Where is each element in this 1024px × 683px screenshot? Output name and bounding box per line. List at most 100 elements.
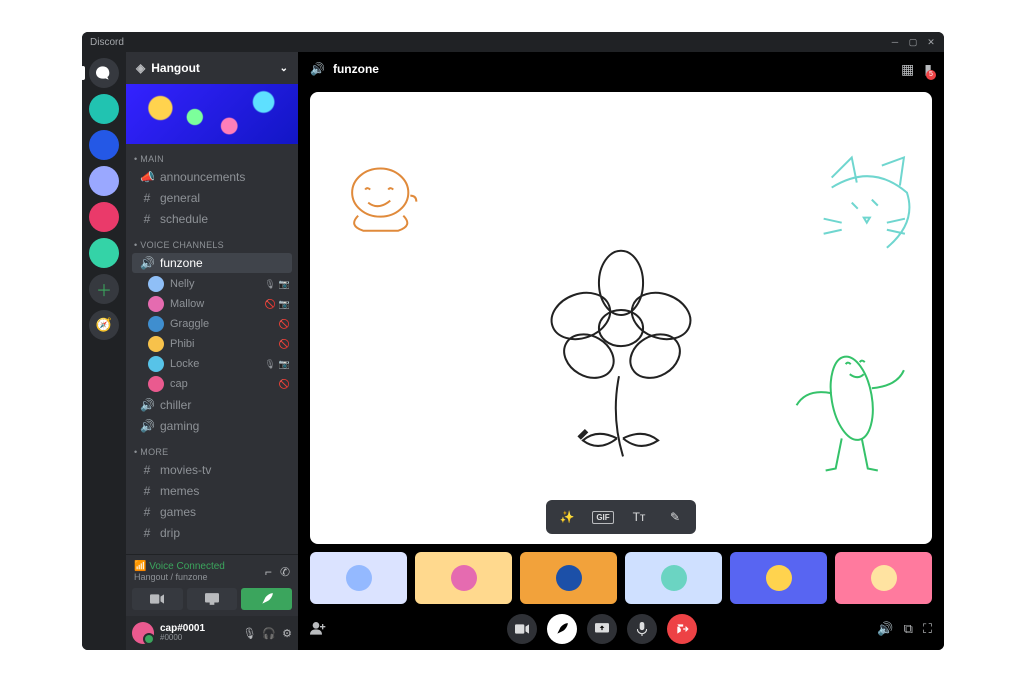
- voice-user[interactable]: Locke🎙📷: [126, 354, 298, 374]
- participant-tile[interactable]: [730, 552, 827, 604]
- activity-center-button[interactable]: [547, 614, 577, 644]
- speaker-icon: 🔊: [140, 398, 154, 412]
- participant-tiles: [310, 552, 932, 604]
- participant-tile[interactable]: [415, 552, 512, 604]
- gif-tool[interactable]: GIF: [586, 504, 620, 530]
- voice-user[interactable]: Mallow🚫📷: [126, 294, 298, 314]
- voice-channel-funzone[interactable]: 🔊funzone: [132, 253, 292, 273]
- titlebar: Discord ─ ▢ ✕: [82, 32, 944, 52]
- text-channel-movies-tv[interactable]: #movies-tv: [132, 460, 292, 480]
- inbox-icon[interactable]: ▮5: [924, 61, 932, 78]
- close-button[interactable]: ✕: [926, 37, 936, 47]
- channel-scroll[interactable]: • MAIN 📣announcements # general #schedule •…: [126, 144, 298, 554]
- mic-icon: 🎙: [264, 279, 275, 290]
- screenshare-center-button[interactable]: [587, 614, 617, 644]
- channel-label: chiller: [160, 398, 191, 412]
- avatar: [148, 296, 164, 312]
- avatar[interactable]: [132, 622, 154, 644]
- server-icon[interactable]: [89, 202, 119, 232]
- noise-suppression-icon[interactable]: ⌐: [265, 565, 272, 579]
- app-title: Discord: [90, 37, 124, 48]
- screenshare-button[interactable]: [187, 588, 238, 610]
- whiteboard-canvas[interactable]: ✨ GIF Tᴛ ✎: [310, 92, 932, 544]
- leave-call-button[interactable]: [667, 614, 697, 644]
- participant-avatar: [871, 565, 897, 591]
- draw-tool[interactable]: ✎: [658, 504, 692, 530]
- text-channel-general[interactable]: # general: [132, 188, 292, 208]
- popout-icon[interactable]: ⧉: [904, 621, 913, 637]
- megaphone-icon: 📣: [140, 170, 154, 184]
- deafen-icon[interactable]: 🎧: [262, 627, 276, 640]
- voice-status: 📶 Voice Connected Hangout / funzone ⌐ ✆: [126, 554, 298, 588]
- participant-tile[interactable]: [310, 552, 407, 604]
- channel-label: general: [160, 191, 200, 205]
- signal-icon: 📶: [134, 561, 146, 572]
- magic-tool[interactable]: ✨: [550, 504, 584, 530]
- hash-icon: #: [140, 484, 154, 498]
- channel-sidebar: ◈ Hangout ⌄ • MAIN 📣announcements # genera…: [126, 52, 298, 650]
- voice-user[interactable]: Graggle 🚫: [126, 314, 298, 334]
- maximize-button[interactable]: ▢: [908, 37, 918, 47]
- voice-action-row: [126, 588, 298, 616]
- fullscreen-icon[interactable]: ⛶: [923, 621, 932, 637]
- speaker-icon: 🔊: [140, 256, 154, 270]
- voice-user-name: cap: [170, 378, 188, 390]
- minimize-button[interactable]: ─: [890, 37, 900, 47]
- voice-user-name: Graggle: [170, 318, 209, 330]
- invite-icon[interactable]: [310, 621, 326, 638]
- text-channel-memes[interactable]: #memes: [132, 481, 292, 501]
- voice-user-name: Locke: [170, 358, 199, 370]
- user-tag: #0000: [160, 634, 205, 642]
- add-server-button[interactable]: ＋: [89, 274, 119, 304]
- mute-icon[interactable]: 🎙: [242, 627, 256, 640]
- call-controls: 🔊 ⧉ ⛶: [298, 608, 944, 650]
- text-channel-drip[interactable]: #drip: [132, 523, 292, 543]
- video-button[interactable]: [132, 588, 183, 610]
- channel-name: funzone: [333, 62, 379, 76]
- server-icon[interactable]: [89, 238, 119, 268]
- mic-muted-icon: 🚫: [279, 379, 290, 390]
- text-channel-schedule[interactable]: #schedule: [132, 209, 292, 229]
- speaker-icon: 🔊: [310, 62, 325, 76]
- channel-label: games: [160, 505, 196, 519]
- voice-channel-chiller[interactable]: 🔊 chiller: [132, 395, 292, 415]
- home-button[interactable]: [89, 58, 119, 88]
- section-voice-label[interactable]: • VOICE CHANNELS: [126, 230, 298, 252]
- text-tool[interactable]: Tᴛ: [622, 504, 656, 530]
- voice-status-title: Voice Connected: [149, 561, 225, 572]
- text-channel-announcements[interactable]: 📣announcements: [132, 167, 292, 187]
- activity-button[interactable]: [241, 588, 292, 610]
- camera-button[interactable]: [507, 614, 537, 644]
- avatar: [148, 376, 164, 392]
- section-main-label[interactable]: • MAIN: [126, 144, 298, 166]
- voice-user[interactable]: Nelly🎙📷: [126, 274, 298, 294]
- camera-icon: 📷: [279, 359, 290, 370]
- guild-name: Hangout: [151, 61, 200, 75]
- speaker-icon: 🔊: [140, 419, 154, 433]
- channel-label: drip: [160, 526, 180, 540]
- participant-tile[interactable]: [520, 552, 617, 604]
- app-window: Discord ─ ▢ ✕ ＋ 🧭 ◈ Hangout ⌄ • MAIN 📣ann…: [82, 32, 944, 650]
- text-channel-games[interactable]: #games: [132, 502, 292, 522]
- hash-icon: #: [140, 191, 154, 205]
- server-icon[interactable]: [89, 166, 119, 196]
- explore-button[interactable]: 🧭: [89, 310, 119, 340]
- server-icon[interactable]: [89, 130, 119, 160]
- voice-channel-gaming[interactable]: 🔊gaming: [132, 416, 292, 436]
- volume-icon[interactable]: 🔊: [877, 621, 893, 637]
- grid-view-icon[interactable]: ▦: [901, 61, 914, 78]
- participant-tile[interactable]: [835, 552, 932, 604]
- voice-user[interactable]: cap 🚫: [126, 374, 298, 394]
- mic-button[interactable]: [627, 614, 657, 644]
- section-more-label[interactable]: • MORE: [126, 437, 298, 459]
- mic-muted-icon: 🚫: [279, 319, 290, 330]
- user-panel: cap#0001 #0000 🎙 🎧 ⚙: [126, 616, 298, 650]
- guild-header[interactable]: ◈ Hangout ⌄: [126, 52, 298, 84]
- voice-user[interactable]: Phibi🚫: [126, 334, 298, 354]
- participant-tile[interactable]: [625, 552, 722, 604]
- server-icon[interactable]: [89, 94, 119, 124]
- hangup-icon[interactable]: ✆: [280, 565, 290, 579]
- camera-icon: 📷: [279, 279, 290, 290]
- settings-icon[interactable]: ⚙: [282, 627, 292, 640]
- voice-status-sub: Hangout / funzone: [134, 572, 225, 582]
